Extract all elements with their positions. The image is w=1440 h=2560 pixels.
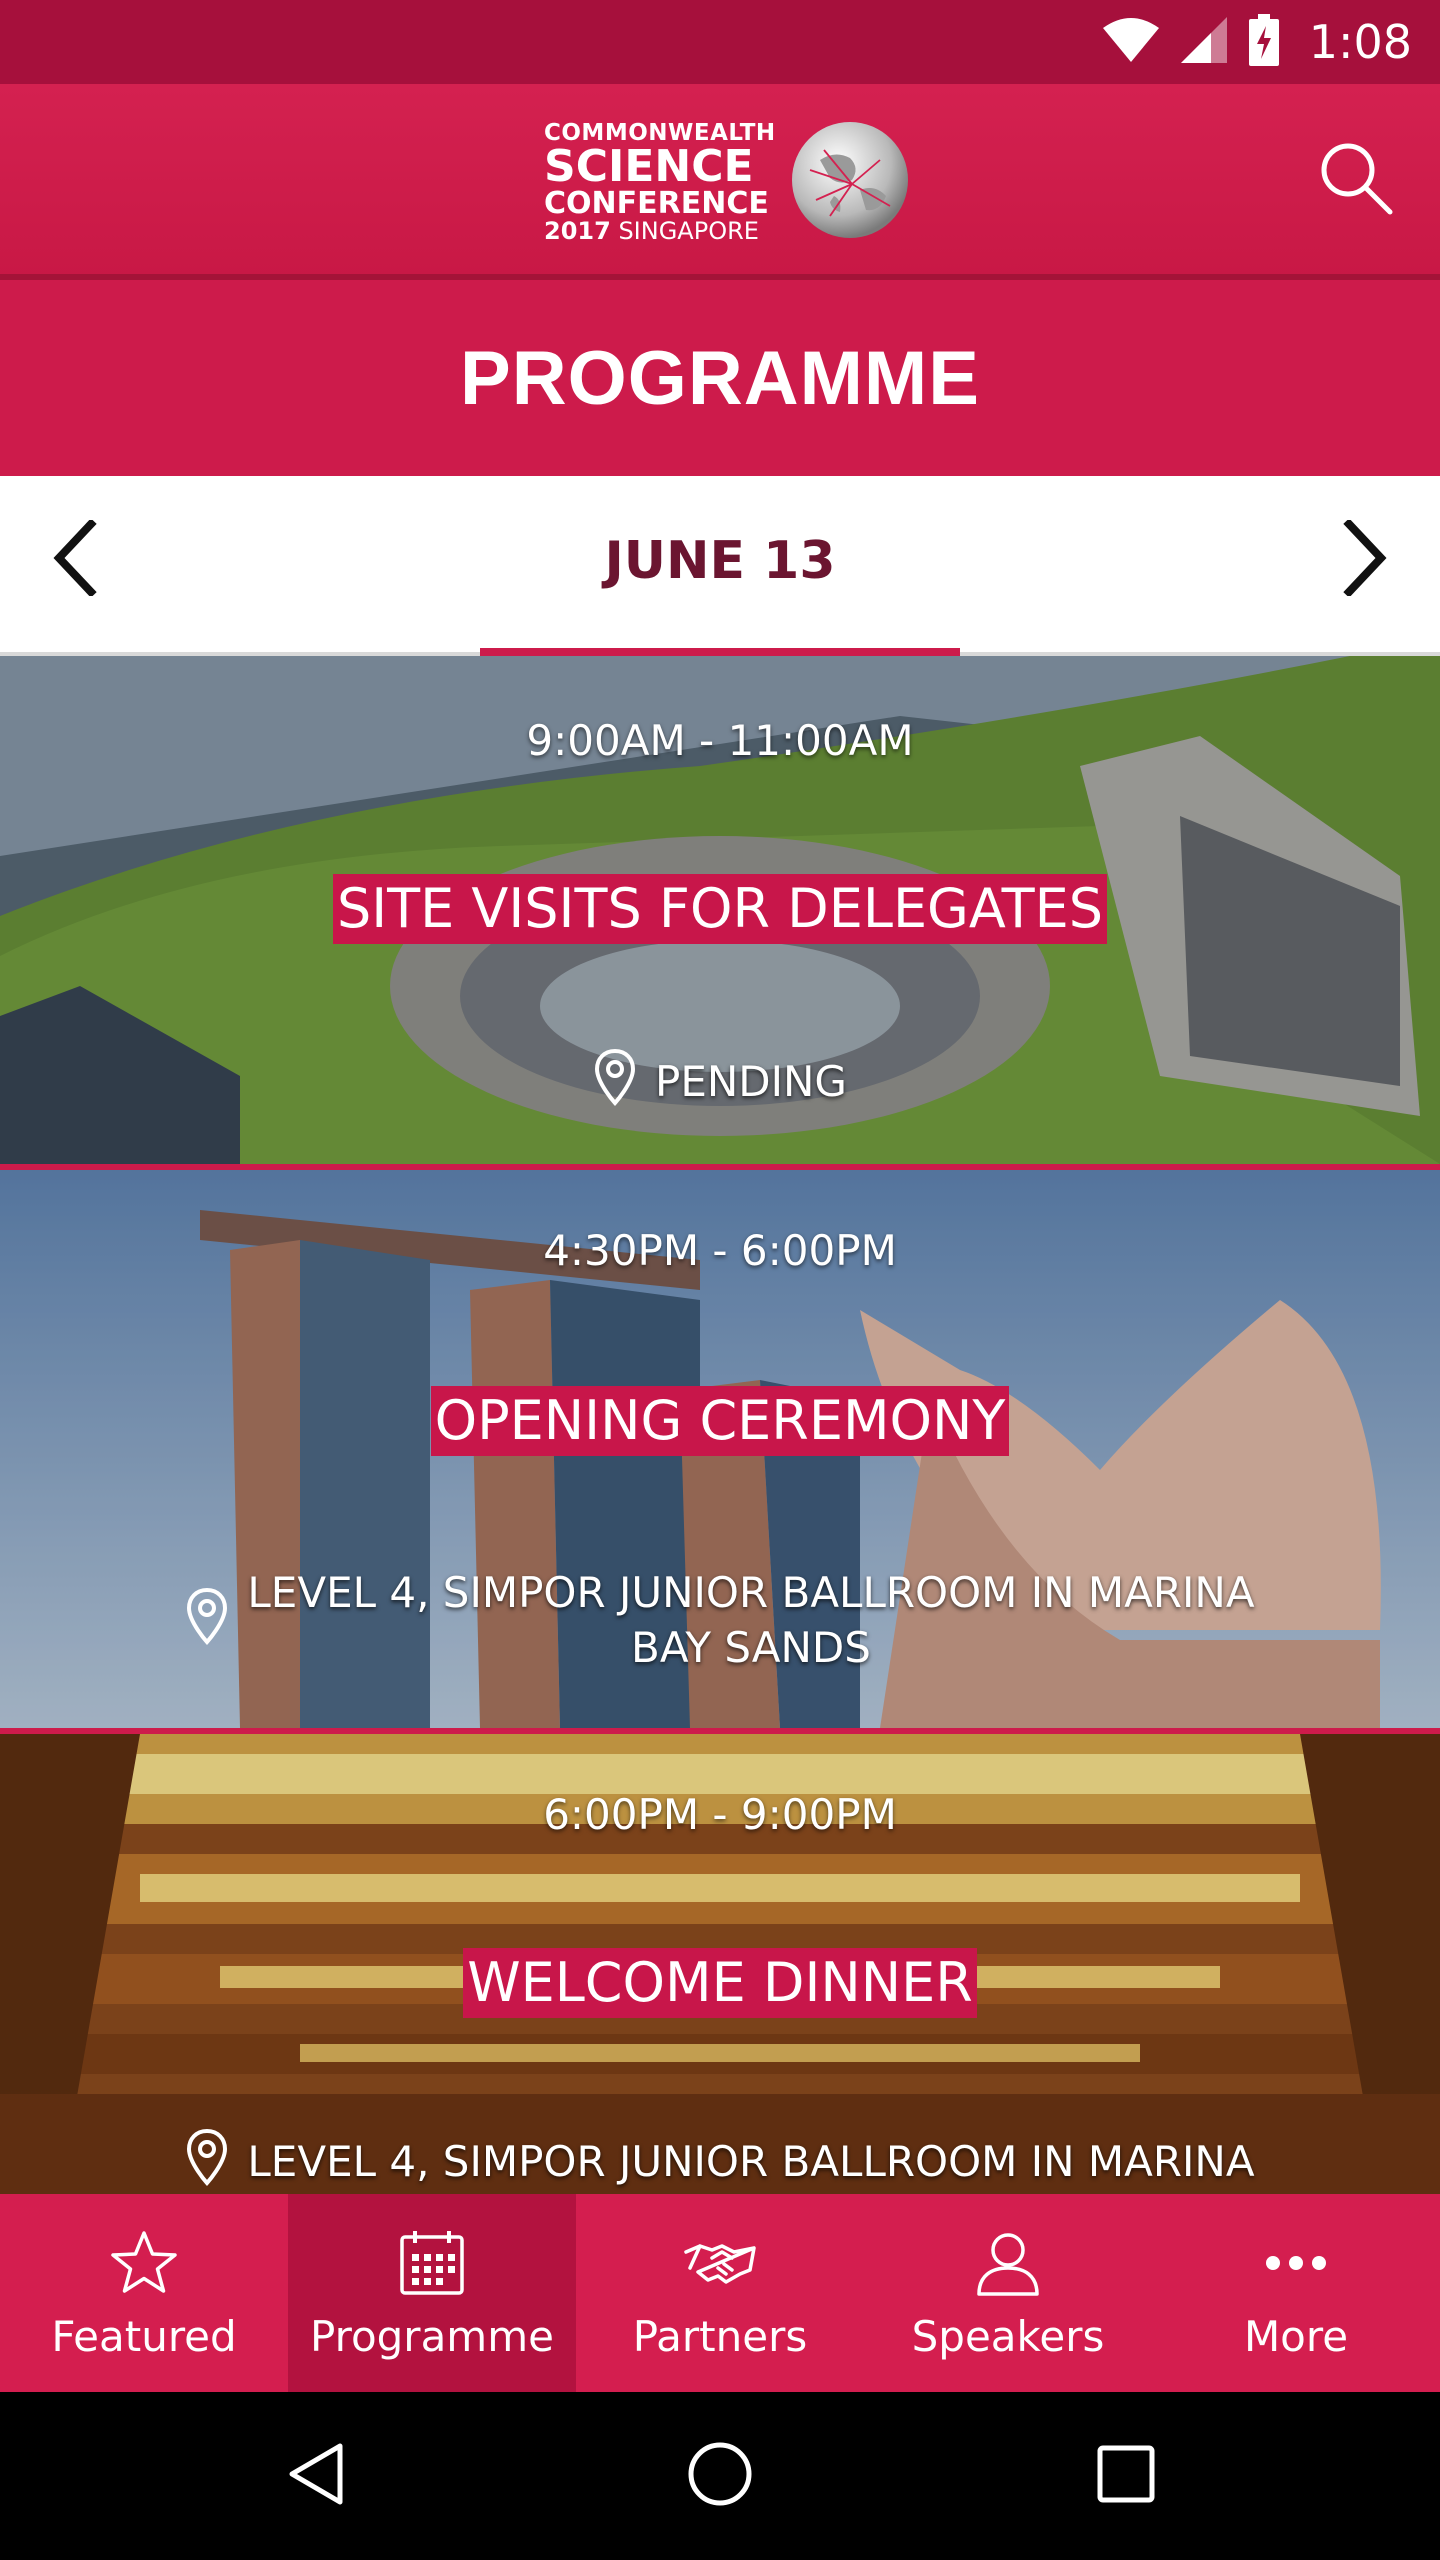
- tab-featured[interactable]: Featured: [0, 2194, 288, 2392]
- event-card-site-visits[interactable]: 9:00AM - 11:00AM SITE VISITS FOR DELEGAT…: [0, 656, 1440, 1164]
- event-location: PENDING: [0, 1048, 1440, 1116]
- search-icon: [1318, 140, 1394, 220]
- event-time: 6:00PM - 9:00PM: [543, 1790, 897, 1839]
- event-title: WELCOME DINNER: [463, 1948, 977, 2019]
- back-triangle-icon: [284, 2440, 348, 2512]
- location-line-1: LEVEL 4, SIMPOR JUNIOR BALLROOM IN MARIN…: [247, 1568, 1255, 1617]
- signal-icon: [1180, 17, 1227, 67]
- globe-icon: [790, 120, 910, 244]
- recents-button[interactable]: [1086, 2436, 1166, 2516]
- page-title: PROGRAMME: [460, 335, 980, 421]
- date-selected-indicator: [480, 648, 960, 656]
- tab-programme[interactable]: Programme: [288, 2194, 576, 2392]
- date-label[interactable]: JUNE 13: [0, 476, 1440, 646]
- page-title-bar: PROGRAMME: [0, 280, 1440, 476]
- handshake-icon: [682, 2228, 758, 2302]
- calendar-icon: [397, 2228, 467, 2302]
- event-location-text: LEVEL 4, SIMPOR JUNIOR BALLROOM IN MARIN…: [247, 1566, 1254, 1675]
- tab-speakers[interactable]: Speakers: [864, 2194, 1152, 2392]
- event-time: 9:00AM - 11:00AM: [526, 716, 914, 765]
- event-time: 4:30PM - 6:00PM: [543, 1226, 897, 1275]
- location-pin-icon: [185, 1587, 229, 1655]
- tab-more[interactable]: More: [1152, 2194, 1440, 2392]
- tab-partners[interactable]: Partners: [576, 2194, 864, 2392]
- chevron-left-icon: [49, 518, 99, 600]
- logo-line-4: 2017 SINGAPORE: [544, 219, 776, 243]
- tab-label: Featured: [51, 2312, 237, 2361]
- status-bar: 1:08: [0, 0, 1440, 84]
- logo-city: SINGAPORE: [618, 216, 759, 245]
- tab-label: Programme: [310, 2312, 554, 2361]
- event-title: OPENING CEREMONY: [430, 1386, 1010, 1457]
- event-location-text: PENDING: [655, 1056, 847, 1106]
- event-title: SITE VISITS FOR DELEGATES: [332, 874, 1108, 945]
- battery-icon: [1248, 14, 1279, 70]
- logo-line-2: SCIENCE: [544, 140, 754, 192]
- star-icon: [109, 2228, 179, 2302]
- location-pin-icon: [185, 2128, 229, 2194]
- event-card-welcome-dinner[interactable]: 6:00PM - 9:00PM WELCOME DINNER LEVEL 4, …: [0, 1734, 1440, 2194]
- event-location: LEVEL 4, SIMPOR JUNIOR BALLROOM IN MARIN…: [0, 2128, 1440, 2194]
- conference-logo: COMMONWEALTH SCIENCE CONFERENCE 2017 SIN…: [544, 120, 910, 244]
- back-button[interactable]: [276, 2436, 356, 2516]
- search-button[interactable]: [1316, 140, 1396, 220]
- location-pin-icon: [593, 1048, 637, 1116]
- tab-label: More: [1243, 2312, 1349, 2361]
- date-navigator: JUNE 13: [0, 476, 1440, 652]
- tab-label: Partners: [632, 2312, 808, 2361]
- event-location: LEVEL 4, SIMPOR JUNIOR BALLROOM IN MARIN…: [0, 1566, 1440, 1675]
- person-icon: [973, 2228, 1043, 2302]
- app-header: COMMONWEALTH SCIENCE CONFERENCE 2017 SIN…: [0, 84, 1440, 280]
- next-date-button[interactable]: [1316, 500, 1416, 620]
- home-circle-icon: [685, 2439, 755, 2513]
- system-navigation-bar: [0, 2392, 1440, 2560]
- previous-date-button[interactable]: [24, 500, 124, 620]
- bottom-navigation: Featured Programme Partners Speakers Mor…: [0, 2194, 1440, 2392]
- event-card-opening-ceremony[interactable]: 4:30PM - 6:00PM OPENING CEREMONY LEVEL 4…: [0, 1170, 1440, 1728]
- status-time: 1:08: [1308, 15, 1412, 69]
- wifi-icon: [1102, 18, 1159, 66]
- chevron-right-icon: [1341, 518, 1391, 600]
- recents-square-icon: [1094, 2442, 1158, 2510]
- home-button[interactable]: [680, 2436, 760, 2516]
- location-line-2: BAY SANDS: [631, 1622, 871, 1672]
- tab-label: Speakers: [911, 2312, 1105, 2361]
- logo-year: 2017: [544, 216, 611, 245]
- more-dots-icon: [1261, 2228, 1331, 2302]
- event-location-text: LEVEL 4, SIMPOR JUNIOR BALLROOM IN MARIN…: [247, 2136, 1255, 2186]
- logo-line-3: CONFERENCE: [544, 185, 769, 221]
